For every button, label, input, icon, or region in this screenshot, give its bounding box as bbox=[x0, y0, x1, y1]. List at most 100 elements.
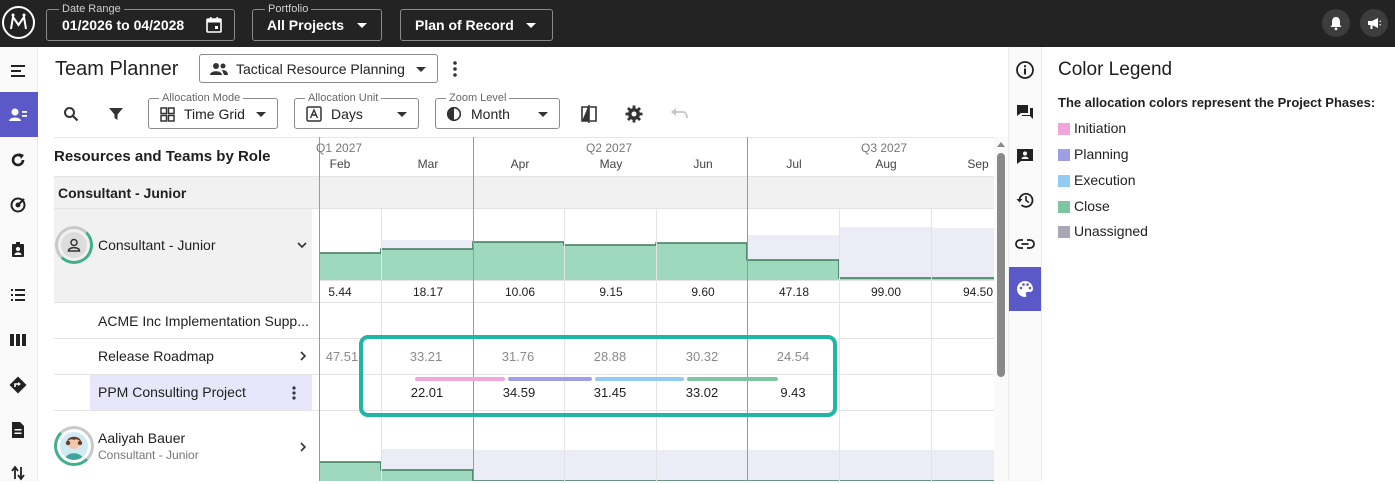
contact-card-icon[interactable] bbox=[1015, 146, 1035, 166]
info-icon[interactable] bbox=[1015, 60, 1035, 80]
row-line bbox=[54, 302, 994, 303]
target-icon[interactable] bbox=[7, 194, 29, 216]
date-range-field[interactable]: Date Range 01/2026 to 04/2028 bbox=[46, 2, 235, 41]
highlight-frame bbox=[359, 335, 837, 417]
project-name[interactable]: Release Roadmap bbox=[98, 348, 214, 364]
row-line bbox=[320, 280, 994, 281]
chevron-down-icon bbox=[397, 112, 407, 117]
project-name[interactable]: PPM Consulting Project bbox=[98, 384, 246, 400]
chevron-down-icon bbox=[416, 67, 426, 72]
color-legend-tab[interactable] bbox=[1009, 267, 1041, 311]
chevron-down-icon bbox=[538, 112, 548, 117]
palette-icon bbox=[1017, 281, 1033, 297]
chevron-down-icon bbox=[526, 23, 536, 28]
left-nav bbox=[0, 47, 38, 481]
legend-swatch-unassigned bbox=[1058, 226, 1070, 238]
chevron-down-icon bbox=[256, 112, 266, 117]
person-icon bbox=[67, 238, 81, 252]
quarter-label: Q2 2027 bbox=[586, 141, 633, 155]
chevron-down-icon[interactable] bbox=[296, 239, 308, 251]
legend-item: Unassigned bbox=[1074, 223, 1148, 239]
row-line bbox=[54, 176, 994, 177]
more-vert-icon[interactable] bbox=[448, 60, 462, 78]
contrast-icon bbox=[446, 106, 462, 122]
quarter-line bbox=[747, 137, 748, 481]
legend-swatch-execution bbox=[1058, 175, 1070, 187]
people-icon bbox=[210, 63, 228, 75]
legend-swatch-close bbox=[1058, 201, 1070, 213]
month-line bbox=[931, 209, 932, 481]
compare-icon[interactable] bbox=[579, 104, 599, 124]
quarter-label: Q1 2027 bbox=[316, 141, 363, 155]
quarter-label: Q3 2027 bbox=[861, 141, 908, 155]
search-icon[interactable] bbox=[62, 105, 80, 123]
role-total: 9.15 bbox=[599, 285, 623, 299]
refresh-icon[interactable] bbox=[7, 149, 29, 171]
role-name[interactable]: Consultant - Junior bbox=[98, 237, 216, 253]
link-icon[interactable] bbox=[1015, 234, 1035, 254]
more-vert-icon[interactable] bbox=[288, 385, 300, 401]
allocation-unit-select[interactable]: Allocation Unit Days bbox=[294, 91, 419, 129]
allocation-mode-value: Time Grid bbox=[184, 106, 245, 122]
role-total: 9.60 bbox=[691, 285, 715, 299]
plan-select[interactable]: Plan of Record bbox=[400, 9, 553, 41]
forum-icon[interactable] bbox=[1015, 102, 1035, 122]
bell-icon bbox=[1330, 17, 1342, 31]
view-selector[interactable]: Tactical Resource Planning bbox=[199, 54, 438, 83]
page-title: Team Planner bbox=[55, 58, 179, 80]
role-total: 5.44 bbox=[328, 285, 352, 299]
scrollbar-thumb[interactable] bbox=[997, 153, 1005, 377]
month-label: Apr bbox=[510, 157, 530, 171]
list-icon[interactable] bbox=[7, 284, 29, 306]
filter-icon[interactable] bbox=[107, 105, 125, 123]
allocation-mode-select[interactable]: Allocation Mode Time Grid bbox=[148, 91, 278, 129]
announcements-button[interactable] bbox=[1360, 9, 1388, 37]
team-planner-icon[interactable] bbox=[7, 104, 29, 126]
role-allocation-chart bbox=[320, 227, 994, 280]
group-row bbox=[54, 177, 994, 209]
date-range-value: 01/2026 to 04/2028 bbox=[62, 17, 185, 33]
role-total: 99.00 bbox=[870, 285, 902, 299]
view-selector-value: Tactical Resource Planning bbox=[236, 61, 405, 77]
person-allocation-chart bbox=[320, 449, 994, 481]
app-logo-icon[interactable] bbox=[2, 6, 35, 39]
zoom-level-label: Zoom Level bbox=[446, 91, 510, 105]
person-name[interactable]: Aaliyah Bauer bbox=[98, 430, 185, 446]
menu-icon[interactable] bbox=[7, 60, 29, 82]
project-name[interactable]: ACME Inc Implementation Supp... bbox=[98, 313, 309, 329]
month-line bbox=[839, 209, 840, 481]
month-label: May bbox=[599, 157, 623, 171]
undo-icon[interactable] bbox=[669, 106, 689, 122]
settings-gear-icon[interactable] bbox=[624, 104, 644, 124]
history-icon[interactable] bbox=[1015, 190, 1035, 210]
month-label: Feb bbox=[329, 157, 351, 171]
resources-header: Resources and Teams by Role bbox=[54, 148, 271, 165]
portfolio-select[interactable]: Portfolio All Projects bbox=[252, 2, 382, 41]
grid-top-border bbox=[54, 137, 994, 138]
role-total: 18.17 bbox=[412, 285, 444, 299]
role-total: 47.18 bbox=[778, 285, 810, 299]
portfolio-value: All Projects bbox=[267, 17, 345, 33]
zoom-level-select[interactable]: Zoom Level Month bbox=[435, 91, 560, 129]
columns-icon[interactable] bbox=[7, 329, 29, 351]
month-label: Jul bbox=[786, 157, 802, 171]
month-label: Aug bbox=[875, 157, 897, 171]
portfolio-label: Portfolio bbox=[265, 2, 312, 16]
legend-swatch-initiation bbox=[1058, 123, 1070, 135]
top-bar: Date Range 01/2026 to 04/2028 Portfolio … bbox=[0, 0, 1395, 47]
month-label: Jun bbox=[693, 157, 713, 171]
chevron-right-icon[interactable] bbox=[297, 441, 309, 453]
person-role: Consultant - Junior bbox=[98, 448, 199, 462]
route-icon[interactable] bbox=[7, 374, 29, 396]
person-avatar bbox=[60, 432, 88, 460]
calendar-icon bbox=[206, 17, 222, 33]
legend-item: Close bbox=[1074, 198, 1110, 214]
text-format-icon bbox=[306, 106, 322, 122]
group-label: Consultant - Junior bbox=[58, 185, 187, 201]
badge-icon[interactable] bbox=[7, 239, 29, 261]
document-icon[interactable] bbox=[7, 419, 29, 441]
scroll-up-icon[interactable] bbox=[996, 140, 1006, 148]
quarter-line bbox=[473, 137, 474, 481]
avatar-illustration bbox=[65, 436, 83, 460]
notifications-button[interactable] bbox=[1322, 9, 1350, 37]
